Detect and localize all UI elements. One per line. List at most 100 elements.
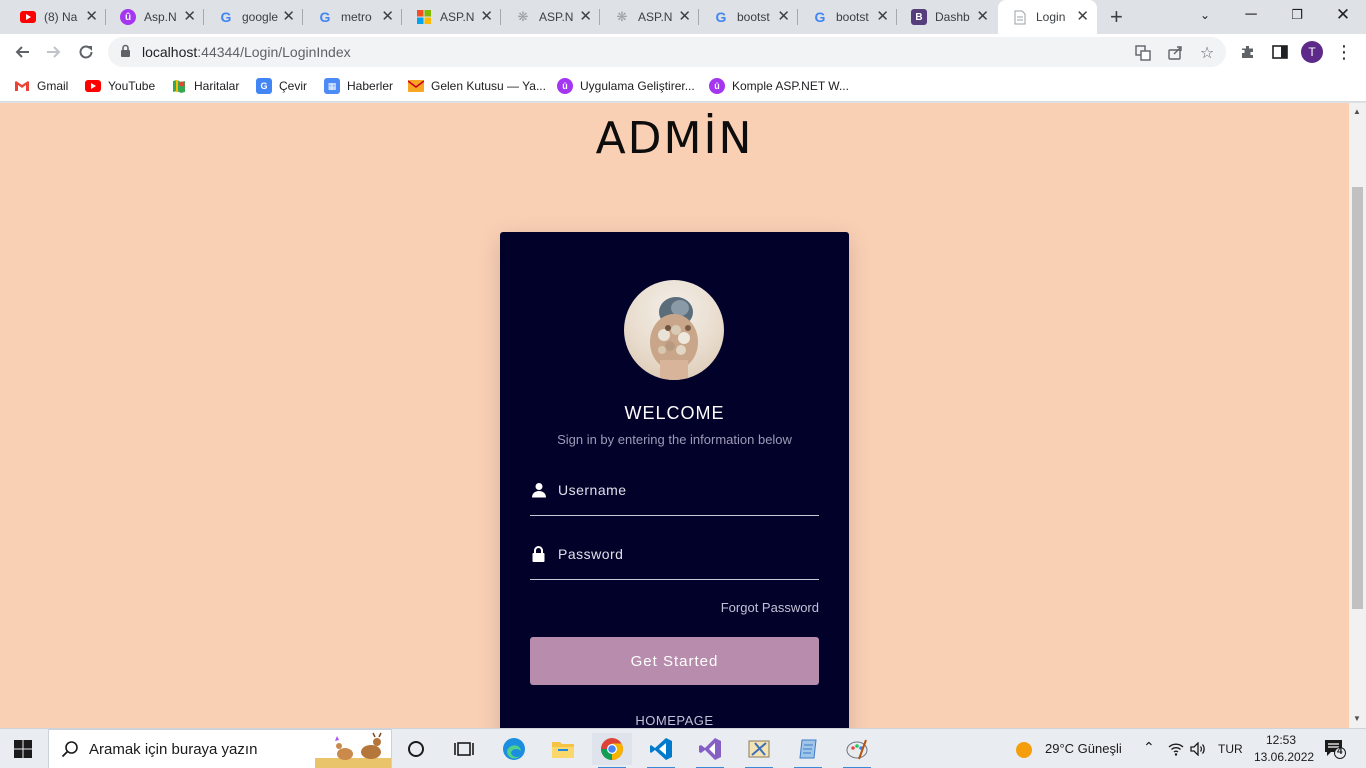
menu-icon[interactable]: ⋮ <box>1332 40 1356 64</box>
close-icon[interactable]: ✕ <box>85 9 98 25</box>
profile-avatar[interactable]: T <box>1301 41 1323 63</box>
close-icon[interactable]: ✕ <box>1076 9 1089 25</box>
close-window-icon[interactable]: ✕ <box>1320 0 1366 30</box>
notes-app-icon[interactable] <box>788 733 828 768</box>
screen: { "browser": { "tabs": [ {"title": "(8) … <box>0 0 1366 768</box>
weather-sun-icon[interactable] <box>1015 741 1033 764</box>
task-view-icon[interactable] <box>444 733 484 765</box>
bookmark-star-icon[interactable]: ☆ <box>1198 44 1216 62</box>
paint-icon[interactable] <box>837 733 877 768</box>
tab-title: Login <box>1036 10 1066 24</box>
page-icon: ❋ <box>616 9 628 24</box>
browser-tab[interactable]: û Asp.N ✕ <box>106 0 204 34</box>
bookmark-item[interactable]: û Uygulama Geliştirer... <box>557 76 695 96</box>
browser-tab[interactable]: B Dashb ✕ <box>897 0 997 34</box>
close-icon[interactable]: ✕ <box>381 9 394 25</box>
clock-time[interactable]: 12:53 <box>1266 733 1296 747</box>
new-tab-icon[interactable]: + <box>1110 6 1123 28</box>
clock-date[interactable]: 13.06.2022 <box>1254 750 1314 764</box>
browser-tab[interactable]: G google ✕ <box>204 0 303 34</box>
scrollbar-thumb[interactable] <box>1352 187 1363 609</box>
bookmark-item[interactable]: Gmail <box>14 76 68 96</box>
google-icon: G <box>814 9 826 25</box>
close-icon[interactable]: ✕ <box>777 9 790 25</box>
translate-icon: G <box>256 78 272 94</box>
homepage-link[interactable]: HOMEPAGE <box>500 713 849 728</box>
lock-icon[interactable] <box>120 44 131 63</box>
mail-icon <box>408 78 424 94</box>
vscode-icon[interactable] <box>641 733 681 768</box>
forgot-password-link[interactable]: Forgot Password <box>721 600 819 615</box>
get-started-button[interactable]: Get Started <box>530 637 819 685</box>
browser-tab[interactable]: G bootst ✕ <box>798 0 897 34</box>
edge-icon[interactable] <box>494 733 534 765</box>
app-tools-icon[interactable] <box>739 733 779 768</box>
close-icon[interactable]: ✕ <box>976 9 989 25</box>
browser-tab-active[interactable]: Login ✕ <box>998 0 1097 34</box>
windows-start-icon[interactable] <box>14 740 32 763</box>
tab-title: (8) Na <box>44 10 78 24</box>
browser-toolbar: localhost:44344/Login/LoginIndex ☆ T ⋮ <box>0 34 1366 70</box>
tab-search-icon[interactable]: ⌄ <box>1182 0 1228 30</box>
username-input[interactable] <box>558 478 813 502</box>
close-icon[interactable]: ✕ <box>876 9 889 25</box>
notification-center-icon[interactable]: 4 <box>1324 739 1346 764</box>
tab-title: ASP.N <box>440 10 475 24</box>
volume-icon[interactable] <box>1190 741 1206 761</box>
extensions-icon[interactable] <box>1236 40 1260 64</box>
back-icon[interactable] <box>10 40 34 64</box>
browser-tab[interactable]: ❋ ASP.N ✕ <box>501 0 600 34</box>
tray-chevron-icon[interactable]: ⌃ <box>1143 739 1155 756</box>
wifi-icon[interactable] <box>1168 742 1184 761</box>
bootstrap-icon: B <box>911 9 927 25</box>
welcome-subtitle: Sign in by entering the information belo… <box>557 432 792 447</box>
tab-title: google <box>242 10 278 24</box>
restore-icon[interactable]: ❐ <box>1274 0 1320 30</box>
side-panel-icon[interactable] <box>1268 40 1292 64</box>
tab-title: ASP.N <box>539 10 574 24</box>
share-icon[interactable] <box>1166 44 1184 62</box>
tab-title: bootst <box>836 10 869 24</box>
tab-title: metro <box>341 10 372 24</box>
forward-icon[interactable] <box>42 40 66 64</box>
bookmark-item[interactable]: ▦ Haberler <box>324 76 393 96</box>
close-icon[interactable]: ✕ <box>579 9 592 25</box>
browser-tab[interactable]: ASP.N ✕ <box>402 0 501 34</box>
udemy-icon: û <box>120 9 136 25</box>
browser-tab[interactable]: G bootst ✕ <box>699 0 798 34</box>
bookmark-item[interactable]: G Çevir <box>256 76 307 96</box>
close-icon[interactable]: ✕ <box>183 9 196 25</box>
browser-tab[interactable]: G metro ✕ <box>303 0 402 34</box>
scroll-down-icon[interactable]: ▼ <box>1353 714 1361 723</box>
browser-tab[interactable]: ❋ ASP.N ✕ <box>600 0 699 34</box>
lock-icon <box>532 546 546 562</box>
scroll-up-icon[interactable]: ▲ <box>1353 107 1361 116</box>
password-input[interactable] <box>558 542 813 566</box>
weather-text[interactable]: 29°C Güneşli <box>1045 741 1122 756</box>
page-scrollbar[interactable]: ▲ ▼ <box>1349 103 1366 728</box>
login-card: WELCOME Sign in by entering the informat… <box>500 232 849 728</box>
bookmark-item[interactable]: YouTube <box>85 76 155 96</box>
cortana-icon[interactable] <box>396 733 436 765</box>
close-icon[interactable]: ✕ <box>282 9 295 25</box>
taskbar-search[interactable]: Aramak için buraya yazın <box>48 729 392 768</box>
minimize-icon[interactable]: ─ <box>1228 0 1274 30</box>
browser-tab[interactable]: (8) Na ✕ <box>0 0 106 34</box>
news-icon: ▦ <box>324 78 340 94</box>
gmail-icon <box>14 78 30 94</box>
page-viewport: ADMİN WELCOME Sign in by entering the in… <box>0 103 1366 728</box>
close-icon[interactable]: ✕ <box>480 9 493 25</box>
address-bar[interactable]: localhost:44344/Login/LoginIndex ☆ <box>108 37 1226 67</box>
visual-studio-icon[interactable] <box>690 733 730 768</box>
bookmark-item[interactable]: û Komple ASP.NET W... <box>709 76 849 96</box>
file-explorer-icon[interactable] <box>543 733 583 765</box>
chrome-icon[interactable] <box>592 733 632 768</box>
bookmark-item[interactable]: Gelen Kutusu — Ya... <box>408 76 546 96</box>
bookmark-item[interactable]: Haritalar <box>171 76 239 96</box>
bookmarks-bar: Gmail YouTube Haritalar G Çevir ▦ Haberl… <box>0 70 1366 102</box>
language-indicator[interactable]: TUR <box>1218 742 1243 756</box>
maps-icon <box>171 78 187 94</box>
translate-icon[interactable] <box>1134 44 1152 62</box>
reload-icon[interactable] <box>74 40 98 64</box>
close-icon[interactable]: ✕ <box>678 9 691 25</box>
